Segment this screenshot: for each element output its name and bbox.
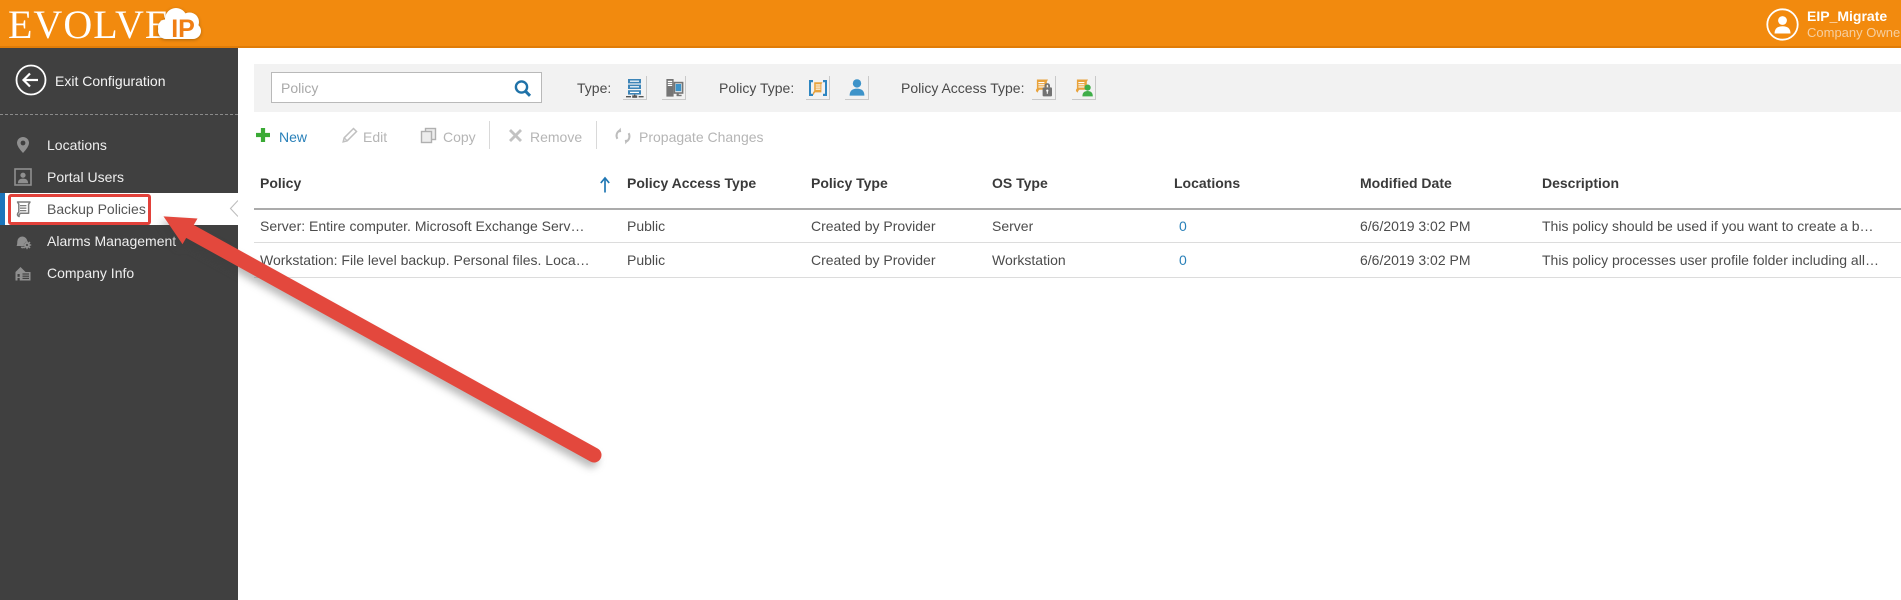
svg-text:IP: IP [171, 15, 195, 42]
